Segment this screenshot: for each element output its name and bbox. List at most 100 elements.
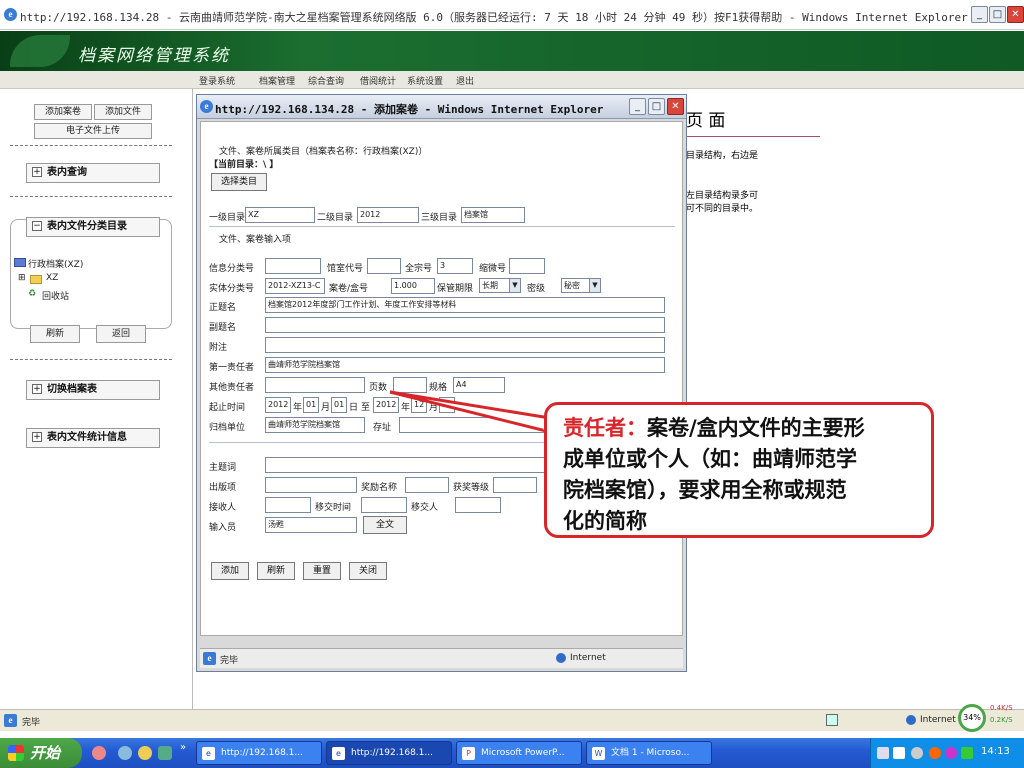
close-button[interactable]: ✕ [1007, 6, 1024, 23]
content-line: 左目录结构录多可 [686, 191, 759, 201]
upload-file-button[interactable]: 电子文件上传 [34, 123, 152, 139]
tray-app-icon[interactable] [929, 747, 941, 759]
tray-app-icon[interactable] [961, 747, 973, 759]
subtitle-input[interactable] [265, 317, 665, 333]
box-no-input[interactable]: 1.000 [391, 278, 435, 294]
start-day-input[interactable]: 01 [331, 397, 347, 413]
add-button[interactable]: 添加 [211, 562, 249, 580]
menu-query[interactable]: 综合查询 [308, 74, 344, 87]
dialog-maximize-button[interactable]: □ [648, 98, 665, 115]
status-text: 完毕 [22, 718, 41, 728]
overflow-chevron-icon[interactable]: » [180, 742, 186, 753]
volume-icon[interactable] [911, 747, 923, 759]
ie-title-bar: e http://192.168.134.28 - 云南曲靖师范学院-南大之星档… [0, 0, 1024, 30]
section-stats[interactable]: + 表内文件统计信息 [26, 428, 160, 448]
section-table-search-label: 表内查询 [47, 167, 87, 178]
quicklaunch-icon[interactable] [118, 746, 132, 760]
callout-label: 责任者： [563, 416, 647, 440]
quicklaunch-icon[interactable] [158, 746, 172, 760]
quicklaunch-icon[interactable] [138, 746, 152, 760]
quicklaunch-icon[interactable] [92, 746, 106, 760]
section-switch-table[interactable]: + 切换档案表 [26, 380, 160, 400]
dialog-close-button[interactable]: ✕ [667, 98, 684, 115]
powerpoint-icon: P [462, 747, 475, 760]
ie-logo-icon: e [200, 100, 213, 113]
award-name-input[interactable] [405, 477, 449, 493]
section-category-label: 表内文件分类目录 [47, 221, 127, 232]
add-volume-button[interactable]: 添加案卷 [34, 104, 92, 120]
refresh-button[interactable]: 刷新 [30, 325, 80, 343]
tray-app-icon[interactable] [945, 747, 957, 759]
callout-line: 院档案馆），要求用全称或规范 [563, 478, 847, 502]
info-class-input[interactable] [265, 258, 321, 274]
taskbar-item-label: Microsoft PowerP... [481, 748, 565, 758]
ie-logo-icon: e [202, 747, 215, 760]
month-label: 月 [321, 403, 331, 413]
taskbar-item-ie-1[interactable]: e http://192.168.1... [196, 741, 322, 765]
select-category-button[interactable]: 选择类目 [211, 173, 267, 191]
recycle-bin-icon: ♻ [28, 289, 37, 299]
taskbar-item-word[interactable]: W 文档 1 - Microso... [586, 741, 712, 765]
first-resp-input[interactable]: 曲靖师范学院档案馆 [265, 357, 665, 373]
download-speed: 0.2K/S [990, 716, 1013, 724]
fonds-no-input[interactable]: 3 [437, 258, 473, 274]
help-icon[interactable] [893, 747, 905, 759]
close-dialog-button[interactable]: 关闭 [349, 562, 387, 580]
menu-login[interactable]: 登录系统 [199, 74, 235, 87]
lvl2-input[interactable]: 2012 [357, 207, 419, 223]
keyboard-icon[interactable] [877, 747, 889, 759]
lvl3-label: 三级目录 [421, 213, 458, 223]
menu-borrow-stats[interactable]: 借阅统计 [360, 74, 396, 87]
taskbar-item-powerpoint[interactable]: P Microsoft PowerP... [456, 741, 582, 765]
transfer-time-input[interactable] [361, 497, 407, 513]
archive-unit-input[interactable]: 曲靖师范学院档案馆 [265, 417, 365, 433]
expand-icon[interactable]: ⊞ [18, 273, 26, 283]
menu-logout[interactable]: 退出 [456, 74, 474, 87]
fulltext-button[interactable]: 全文 [363, 516, 407, 534]
start-button[interactable]: 开始 [0, 738, 82, 768]
lvl1-input[interactable]: XZ [245, 207, 315, 223]
taskbar-item-ie-2[interactable]: e http://192.168.1... [326, 741, 452, 765]
entry-user-input[interactable]: 汤甦 [265, 517, 357, 533]
fonds-code-input[interactable] [367, 258, 401, 274]
entity-class-input[interactable]: 2012-XZ13-C [265, 278, 325, 294]
back-button[interactable]: 返回 [96, 325, 146, 343]
start-month-input[interactable]: 01 [303, 397, 319, 413]
note-input[interactable] [265, 337, 665, 353]
divider [10, 359, 172, 360]
transferor-input[interactable] [455, 497, 501, 513]
receiver-input[interactable] [265, 497, 311, 513]
section-category[interactable]: − 表内文件分类目录 [26, 217, 160, 237]
archive-unit-label: 归档单位 [209, 423, 246, 433]
secret-value: 秘密 [564, 281, 580, 290]
start-year-input[interactable]: 2012 [265, 397, 291, 413]
note-label: 附注 [209, 343, 228, 353]
secret-select[interactable]: 秘密 ▼ [561, 278, 601, 293]
menu-settings[interactable]: 系统设置 [407, 74, 443, 87]
clock[interactable]: 14:13 [981, 746, 1010, 757]
window-title: http://192.168.134.28 - 云南曲靖师范学院-南大之星档案管… [20, 11, 968, 24]
other-resp-input[interactable] [265, 377, 365, 393]
ie-logo-icon: e [332, 747, 345, 760]
lvl3-input[interactable]: 档案馆 [461, 207, 525, 223]
micro-no-label: 缩微号 [479, 264, 507, 274]
title-input[interactable]: 档案馆2012年度部门工作计划、年度工作安排等材料 [265, 297, 665, 313]
publish-input[interactable] [265, 477, 357, 493]
maximize-button[interactable]: □ [989, 6, 1006, 23]
micro-no-input[interactable] [509, 258, 545, 274]
dialog-status-text: 完毕 [220, 656, 239, 666]
dialog-minimize-button[interactable]: _ [629, 98, 646, 115]
category-label: 文件、案卷所属类目（档案表名称：行政档案(XZ)） [219, 147, 428, 157]
section-table-search[interactable]: + 表内查询 [26, 163, 160, 183]
award-level-input[interactable] [493, 477, 537, 493]
annotation-callout: 责任者：案卷/盒内文件的主要形 成单位或个人（如：曲靖师范学 院档案馆），要求用… [544, 402, 934, 538]
section-stats-label: 表内文件统计信息 [47, 432, 127, 443]
retention-select[interactable]: 长期 ▼ [479, 278, 521, 293]
refresh-button[interactable]: 刷新 [257, 562, 295, 580]
minimize-button[interactable]: _ [971, 6, 988, 23]
add-file-button[interactable]: 添加文件 [94, 104, 152, 120]
content-heading: 页 面 [686, 111, 726, 131]
reset-button[interactable]: 重置 [303, 562, 341, 580]
app-banner: 档案网络管理系统 [0, 31, 1024, 71]
menu-archive[interactable]: 档案管理 [259, 74, 295, 87]
